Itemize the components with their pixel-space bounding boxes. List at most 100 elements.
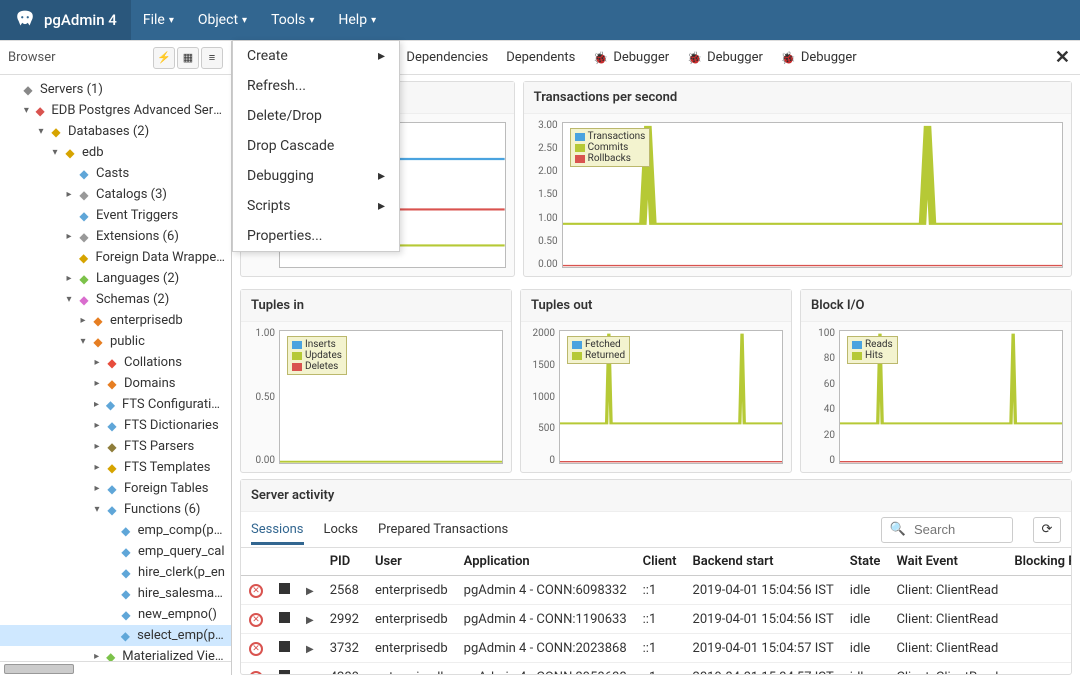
terminate-icon[interactable]: ✕: [249, 613, 263, 627]
tree-node[interactable]: ▸◆Domains: [0, 373, 231, 394]
tree-node[interactable]: ▸◆FTS Dictionaries: [0, 415, 231, 436]
expand-icon[interactable]: ▶: [306, 615, 314, 626]
expand-icon[interactable]: ▶: [306, 586, 314, 597]
tree-toggle-icon[interactable]: ▸: [62, 189, 76, 200]
tree-toggle-icon[interactable]: ▸: [90, 462, 104, 473]
ctx-scripts[interactable]: Scripts▸: [233, 191, 399, 221]
bolt-icon[interactable]: ⚡: [153, 47, 175, 69]
table-row[interactable]: ✕▶2568enterprisedbpgAdmin 4 - CONN:60983…: [241, 576, 1071, 605]
tree-toggle-icon[interactable]: ▸: [90, 420, 104, 431]
tab-dependencies[interactable]: Dependencies: [406, 41, 488, 74]
tree-toggle-icon[interactable]: ▾: [34, 126, 48, 137]
tree-toggle-icon[interactable]: ▸: [76, 315, 90, 326]
ctx-refresh[interactable]: Refresh...: [233, 71, 399, 101]
menu-file[interactable]: File ▾: [131, 0, 186, 40]
tree-node[interactable]: ◆hire_salesman(: [0, 583, 231, 604]
context-menu[interactable]: Create▸Refresh...Delete/DropDrop Cascade…: [232, 40, 400, 252]
tree-node[interactable]: ▸◆Catalogs (3): [0, 184, 231, 205]
tree-node[interactable]: ▸◆Collations: [0, 352, 231, 373]
tree-node[interactable]: ▸◆FTS Templates: [0, 457, 231, 478]
tree-node[interactable]: ▸◆Languages (2): [0, 268, 231, 289]
tree-toggle-icon[interactable]: ▸: [90, 441, 104, 452]
tree-toggle-icon[interactable]: ▾: [90, 504, 104, 515]
tree-node[interactable]: ▾◆Functions (6): [0, 499, 231, 520]
tab-debugger-0[interactable]: Debugger: [593, 41, 669, 74]
tree-node[interactable]: ◆Event Triggers: [0, 205, 231, 226]
table-row[interactable]: ✕▶3732enterprisedbpgAdmin 4 - CONN:20238…: [241, 634, 1071, 663]
tree-toggle-icon[interactable]: ▸: [90, 483, 104, 494]
col-header[interactable]: PID: [322, 548, 367, 576]
terminate-icon[interactable]: ✕: [249, 671, 263, 674]
tree-node[interactable]: ◆Casts: [0, 163, 231, 184]
tree-toggle-icon[interactable]: ▾: [20, 105, 33, 116]
search-box[interactable]: 🔍: [881, 517, 1013, 543]
menu-tools[interactable]: Tools ▾: [259, 0, 326, 40]
col-header[interactable]: [271, 548, 298, 576]
search-input[interactable]: [914, 522, 1004, 537]
col-header[interactable]: Blocking P: [1006, 548, 1071, 576]
close-icon[interactable]: ✕: [1055, 47, 1070, 68]
col-header[interactable]: User: [367, 548, 456, 576]
activity-tab-locks[interactable]: Locks: [324, 514, 359, 545]
table-row[interactable]: ✕▶2992enterprisedbpgAdmin 4 - CONN:11906…: [241, 605, 1071, 634]
tree-node[interactable]: ▸◆FTS Configurations: [0, 394, 231, 415]
horizontal-scrollbar[interactable]: [0, 661, 231, 675]
col-header[interactable]: Client: [635, 548, 685, 576]
list-icon[interactable]: ≡: [201, 47, 223, 69]
col-header[interactable]: Application: [456, 548, 635, 576]
tree-node[interactable]: ◆select_emp(p_e: [0, 625, 231, 646]
tab-debugger-1[interactable]: Debugger: [687, 41, 763, 74]
ctx-properties[interactable]: Properties...: [233, 221, 399, 251]
tree-toggle-icon[interactable]: ▸: [90, 399, 103, 410]
tree-node[interactable]: ▾◆Databases (2): [0, 121, 231, 142]
object-tree[interactable]: ◆Servers (1)▾◆EDB Postgres Advanced Serv…: [0, 75, 231, 661]
tree-node[interactable]: ◆hire_clerk(p_en: [0, 562, 231, 583]
ctx-debugging[interactable]: Debugging▸: [233, 161, 399, 191]
tree-node[interactable]: ▸◆enterprisedb: [0, 310, 231, 331]
tree-node[interactable]: ▸◆FTS Parsers: [0, 436, 231, 457]
table-row[interactable]: ✕▶4208enterprisedbpgAdmin 4 - CONN:39586…: [241, 663, 1071, 675]
tree-node[interactable]: ◆Servers (1): [0, 79, 231, 100]
tree-node[interactable]: ◆emp_query_cal: [0, 541, 231, 562]
activity-grid[interactable]: PIDUserApplicationClientBackend startSta…: [241, 548, 1071, 674]
menu-help[interactable]: Help ▾: [326, 0, 388, 40]
col-header[interactable]: Wait Event: [888, 548, 1006, 576]
tree-toggle-icon[interactable]: ▸: [90, 378, 104, 389]
tree-node[interactable]: ▾◆edb: [0, 142, 231, 163]
terminate-icon[interactable]: ✕: [249, 642, 263, 656]
tree-node[interactable]: ▸◆Extensions (6): [0, 226, 231, 247]
tree-node[interactable]: ▾◆Schemas (2): [0, 289, 231, 310]
tree-toggle-icon[interactable]: ▾: [62, 294, 76, 305]
tree-node[interactable]: ◆Foreign Data Wrappers: [0, 247, 231, 268]
expand-icon[interactable]: ▶: [306, 673, 314, 675]
stop-icon[interactable]: [279, 670, 290, 675]
tree-node[interactable]: ▾◆EDB Postgres Advanced Server 1: [0, 100, 231, 121]
grid-icon[interactable]: ▦: [177, 47, 199, 69]
col-header[interactable]: [241, 548, 271, 576]
ctx-create[interactable]: Create▸: [233, 41, 399, 71]
col-header[interactable]: Backend start: [685, 548, 842, 576]
tree-toggle-icon[interactable]: ▸: [62, 273, 76, 284]
tree-node[interactable]: ▾◆public: [0, 331, 231, 352]
refresh-button[interactable]: ⟳: [1033, 517, 1061, 543]
terminate-icon[interactable]: ✕: [249, 584, 263, 598]
tree-toggle-icon[interactable]: ▸: [62, 231, 76, 242]
ctx-deletedrop[interactable]: Delete/Drop: [233, 101, 399, 131]
col-header[interactable]: [298, 548, 322, 576]
activity-tab-sessions[interactable]: Sessions: [251, 514, 304, 545]
tree-toggle-icon[interactable]: ▾: [76, 336, 90, 347]
stop-icon[interactable]: [279, 612, 290, 623]
tab-dependents[interactable]: Dependents: [506, 41, 575, 74]
tree-toggle-icon[interactable]: ▸: [90, 357, 104, 368]
tree-node[interactable]: ▸◆Materialized Views: [0, 646, 231, 661]
menu-object[interactable]: Object ▾: [186, 0, 259, 40]
stop-icon[interactable]: [279, 583, 290, 594]
tree-node[interactable]: ◆emp_comp(p_s: [0, 520, 231, 541]
tree-node[interactable]: ▸◆Foreign Tables: [0, 478, 231, 499]
tree-toggle-icon[interactable]: ▸: [90, 651, 103, 661]
col-header[interactable]: State: [842, 548, 889, 576]
tree-node[interactable]: ◆new_empno(): [0, 604, 231, 625]
activity-tab-prepared-transactions[interactable]: Prepared Transactions: [378, 514, 508, 545]
tree-toggle-icon[interactable]: ▾: [48, 147, 62, 158]
expand-icon[interactable]: ▶: [306, 644, 314, 655]
